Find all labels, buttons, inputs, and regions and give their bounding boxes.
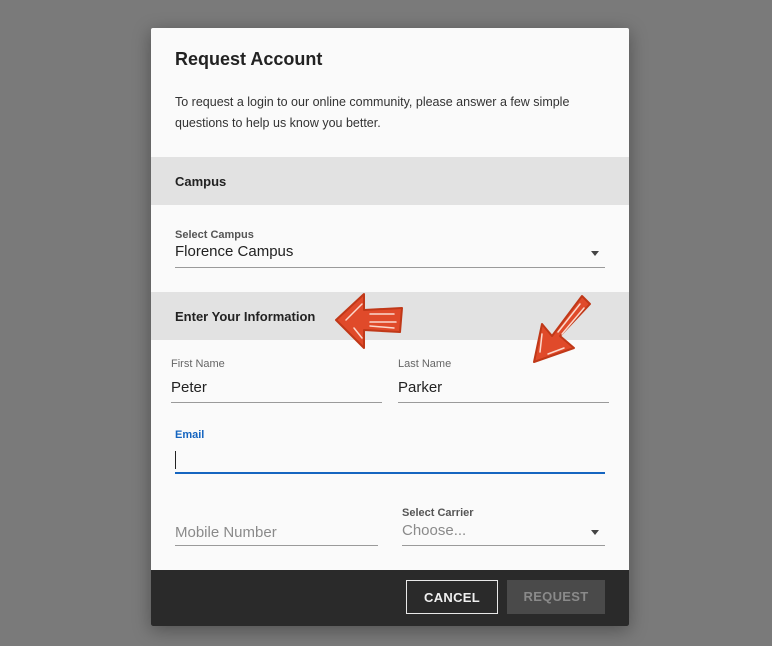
last-name-underline — [398, 402, 609, 403]
campus-section-label: Campus — [175, 174, 227, 189]
campus-section-header: Campus — [151, 157, 629, 205]
campus-select-label: Select Campus — [175, 229, 254, 241]
info-section-label: Enter Your Information — [175, 309, 316, 324]
carrier-select-value[interactable]: Choose... — [402, 522, 466, 539]
dialog-footer: CANCEL REQUEST — [151, 570, 629, 626]
first-name-label: First Name — [171, 358, 225, 370]
carrier-dropdown-caret-icon[interactable] — [591, 530, 599, 535]
request-button[interactable]: REQUEST — [507, 580, 605, 614]
first-name-underline — [171, 402, 382, 403]
first-name-input[interactable]: Peter — [171, 379, 207, 396]
dialog-intro-text: To request a login to our online communi… — [175, 95, 570, 130]
last-name-input[interactable]: Parker — [398, 379, 442, 396]
email-underline — [175, 472, 605, 474]
campus-select-value[interactable]: Florence Campus — [175, 243, 293, 260]
carrier-select-label: Select Carrier — [402, 507, 474, 519]
mobile-number-input[interactable]: Mobile Number — [175, 524, 277, 541]
annotation-left-arrow-icon — [335, 293, 403, 349]
dialog-title: Request Account — [175, 49, 323, 69]
carrier-select-underline — [402, 545, 605, 546]
annotation-down-left-arrow-icon — [533, 295, 591, 363]
email-label: Email — [175, 429, 205, 441]
campus-select-underline — [175, 267, 605, 268]
last-name-label: Last Name — [398, 358, 452, 370]
text-cursor — [175, 451, 176, 469]
campus-dropdown-caret-icon[interactable] — [591, 251, 599, 256]
mobile-number-underline — [175, 545, 378, 546]
cancel-button[interactable]: CANCEL — [406, 580, 498, 614]
